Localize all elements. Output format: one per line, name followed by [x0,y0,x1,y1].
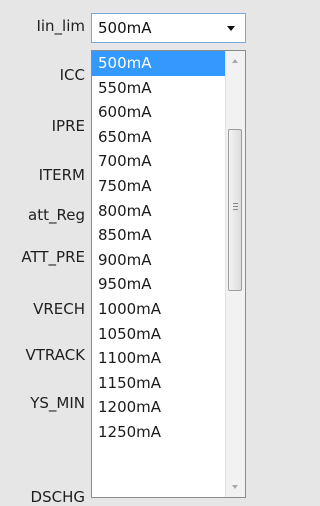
dropdown-option[interactable]: 850mA [92,223,226,248]
label-icc: ICC [59,66,85,84]
dropdown-option[interactable]: 600mA [92,100,226,125]
dropdown-option[interactable]: 550mA [92,76,226,101]
dropdown-option[interactable]: 500mA [92,51,226,76]
field-labels: Iin_lim ICC IPRE ITERM att_Reg ATT_PRE V… [0,0,91,506]
dropdown-option[interactable]: 900mA [92,248,226,273]
dropdown-option[interactable]: 1050mA [92,322,226,347]
dropdown-option[interactable]: 1150mA [92,371,226,396]
iin-lim-combobox[interactable]: 500mA [91,13,246,43]
grip-line [233,206,238,207]
dropdown-option[interactable]: 650mA [92,125,226,150]
label-ipre: IPRE [51,117,85,135]
dropdown-option[interactable]: 800mA [92,199,226,224]
scroll-up-arrow-icon[interactable] [232,59,238,63]
dropdown-option[interactable]: 700mA [92,149,226,174]
label-iin-lim: Iin_lim [36,17,85,35]
scrollbar-thumb[interactable] [228,129,242,291]
label-ys-min: YS_MIN [30,394,85,412]
label-vtrack: VTRACK [25,346,85,364]
label-att-pre: ATT_PRE [21,248,85,266]
dropdown-option[interactable]: 1200mA [92,395,226,420]
grip-line [233,203,238,204]
label-iterm: ITERM [38,166,85,184]
dropdown-option[interactable]: 750mA [92,174,226,199]
label-dschg: DSCHG [30,488,85,506]
dropdown-list[interactable]: 500mA 550mA 600mA 650mA 700mA 750mA 800mA 850mA… [91,50,246,498]
dropdown-option[interactable]: 1000mA [92,297,226,322]
scrollbar[interactable] [225,51,245,497]
chevron-down-icon[interactable] [227,26,235,31]
grip-line [233,209,238,210]
label-vrech: VRECH [33,300,85,318]
dropdown-option[interactable]: 950mA [92,272,226,297]
combobox-value: 500mA [98,19,152,37]
label-att-reg: att_Reg [28,206,85,224]
dropdown-option[interactable]: 1100mA [92,346,226,371]
option-list: 500mA 550mA 600mA 650mA 700mA 750mA 800mA 850mA… [92,51,226,445]
dropdown-option[interactable]: 1250mA [92,420,226,445]
scroll-down-arrow-icon[interactable] [232,485,238,489]
